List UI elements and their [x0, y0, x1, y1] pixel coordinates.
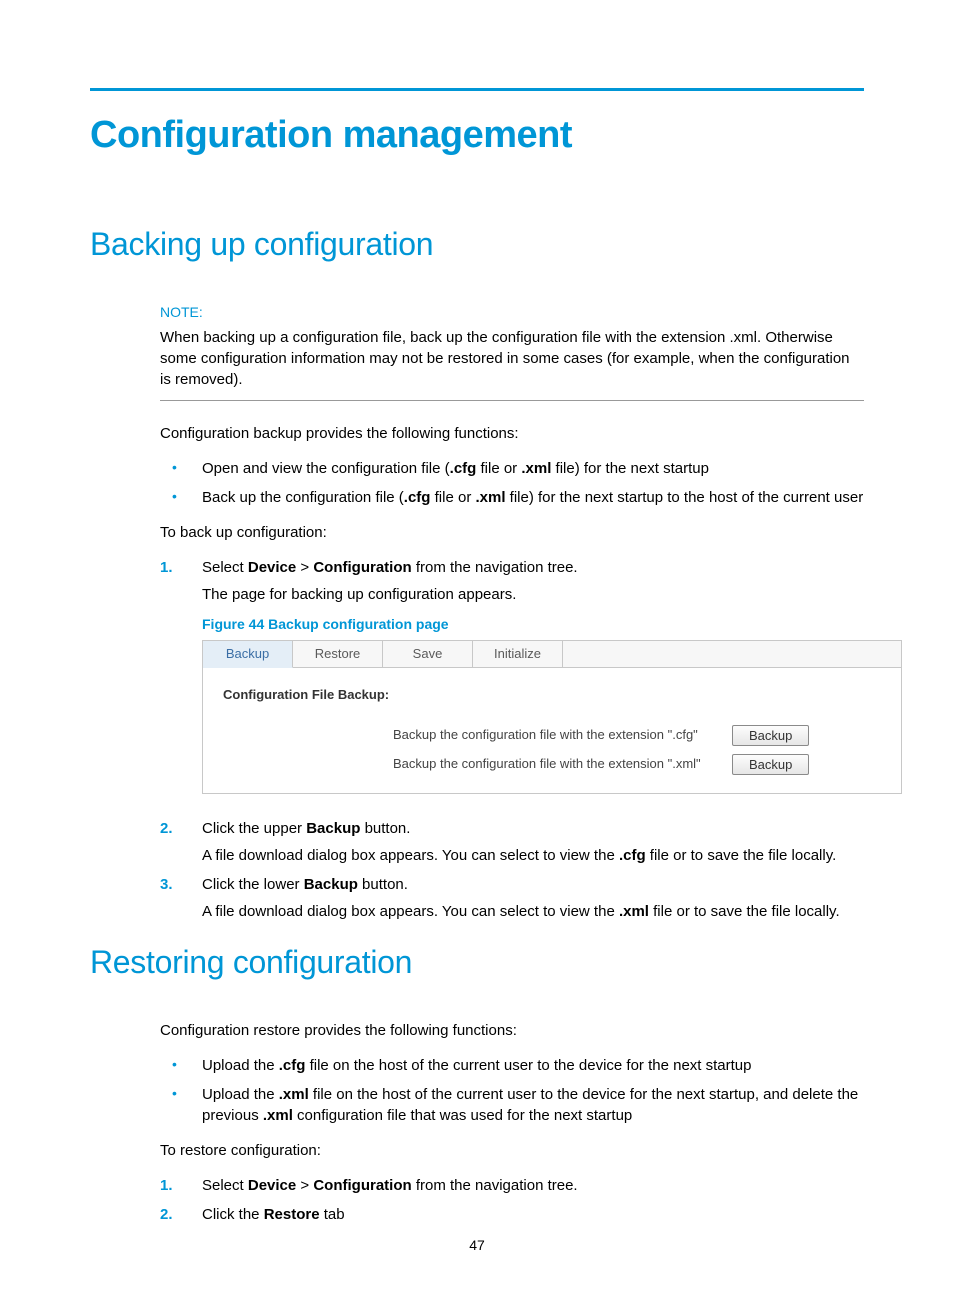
- note-block: NOTE: When backing up a configuration fi…: [160, 303, 864, 401]
- tab-restore[interactable]: Restore: [293, 641, 383, 667]
- restore-intro: Configuration restore provides the follo…: [160, 1020, 864, 1041]
- list-item: Upload the .cfg file on the host of the …: [160, 1055, 864, 1076]
- step-3-sub: A file download dialog box appears. You …: [202, 901, 864, 922]
- ui-subtitle: Configuration File Backup:: [223, 686, 881, 704]
- backup-intro: Configuration backup provides the follow…: [160, 423, 864, 444]
- restore-step-1: Select Device > Configuration from the n…: [160, 1175, 864, 1196]
- list-item: Upload the .xml file on the host of the …: [160, 1084, 864, 1126]
- ui-panel: Backup Restore Save Initialize Configura…: [202, 640, 902, 793]
- tab-backup[interactable]: Backup: [203, 641, 293, 668]
- restore-step-2: Click the Restore tab: [160, 1204, 864, 1225]
- step-2-sub: A file download dialog box appears. You …: [202, 845, 864, 866]
- step-3: Click the lower Backup button. A file do…: [160, 874, 864, 922]
- backup-xml-label: Backup the configuration file with the e…: [393, 755, 728, 773]
- step-1-sub: The page for backing up configuration ap…: [202, 584, 864, 605]
- backup-cfg-button[interactable]: Backup: [732, 725, 809, 746]
- section-heading-backup: Backing up configuration: [90, 222, 864, 267]
- figure-caption: Figure 44 Backup configuration page: [202, 615, 864, 635]
- tab-save[interactable]: Save: [383, 641, 473, 667]
- step-2: Click the upper Backup button. A file do…: [160, 818, 864, 866]
- note-label: NOTE:: [160, 303, 864, 323]
- list-item: Open and view the configuration file (.c…: [160, 458, 864, 479]
- note-body: When backing up a configuration file, ba…: [160, 327, 864, 390]
- page-number: 47: [0, 1236, 954, 1256]
- backup-xml-button[interactable]: Backup: [732, 754, 809, 775]
- page-title: Configuration management: [90, 109, 864, 162]
- ui-tabs: Backup Restore Save Initialize: [203, 641, 901, 668]
- step-1: Select Device > Configuration from the n…: [160, 557, 864, 794]
- tab-initialize[interactable]: Initialize: [473, 641, 563, 667]
- backup-cfg-label: Backup the configuration file with the e…: [393, 726, 728, 744]
- restore-lead-steps: To restore configuration:: [160, 1140, 864, 1161]
- section-heading-restore: Restoring configuration: [90, 940, 864, 985]
- backup-lead-steps: To back up configuration:: [160, 522, 864, 543]
- list-item: Back up the configuration file (.cfg fil…: [160, 487, 864, 508]
